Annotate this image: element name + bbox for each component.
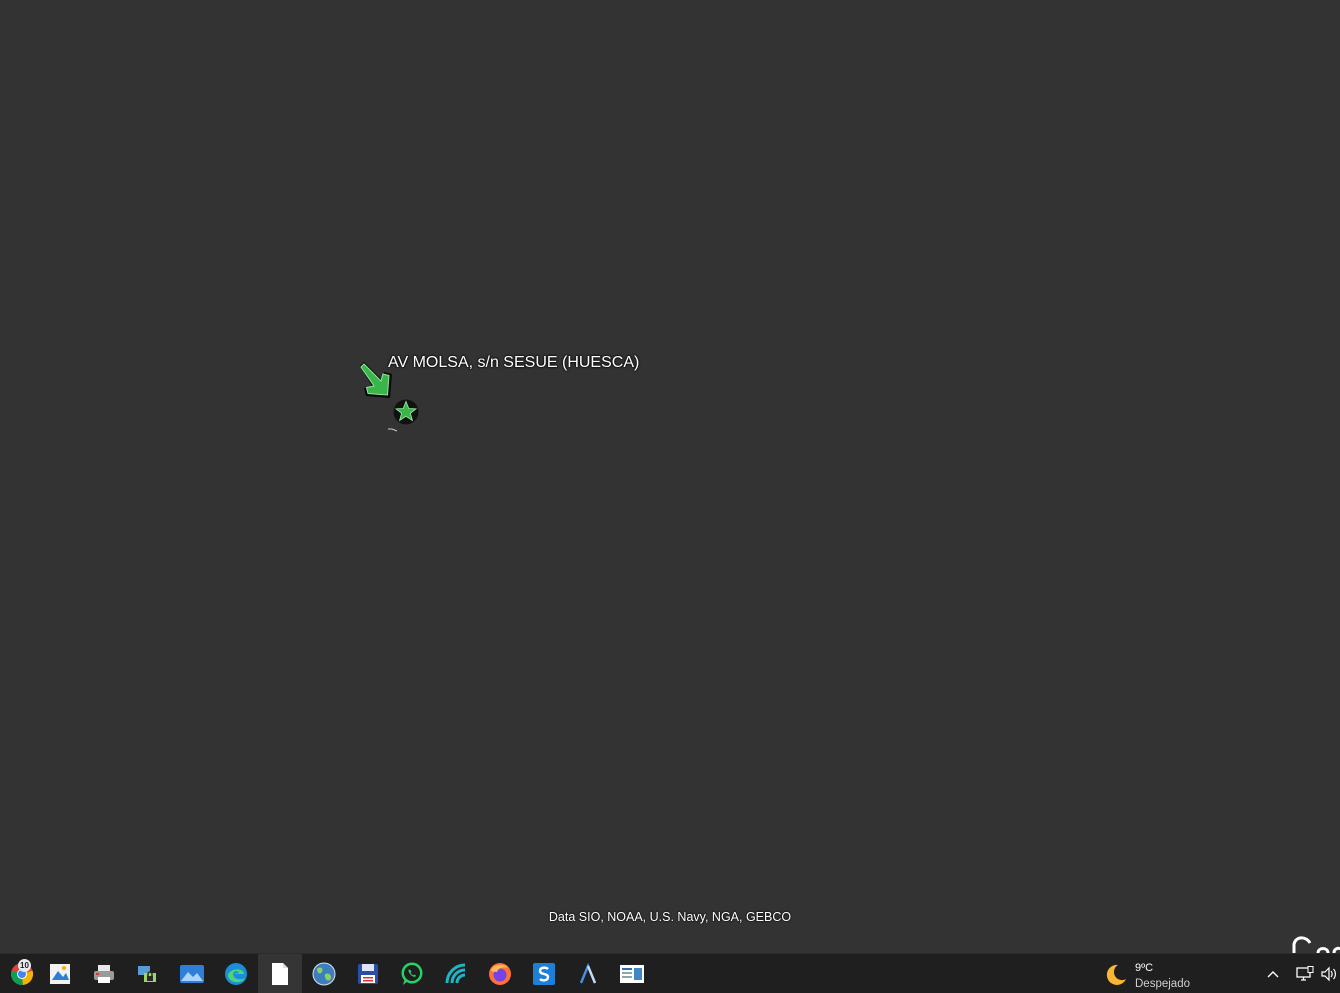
weather-temperature: 9ºC [1135,962,1154,974]
taskbar-edge[interactable] [214,954,258,993]
placemark[interactable]: AV MOLSA, s/n SESUE (HUESCA) [354,352,674,442]
taskbar-s-app[interactable] [522,954,566,993]
placemark-star-icon [393,399,419,425]
taskbar-image-viewer[interactable] [38,954,82,993]
weather-condition: Despejado [1135,978,1190,990]
taskbar-network-tool[interactable] [126,954,170,993]
notification-badge: 10 [18,959,31,972]
taskbar: 10 9ºC Despejado [0,953,1340,993]
map-viewport[interactable]: AV MOLSA, s/n SESUE (HUESCA) Data SIO, N… [0,0,1340,953]
network-status-button[interactable] [1294,954,1316,993]
volume-button[interactable] [1318,954,1340,993]
whatsapp-icon [401,962,423,985]
placemark-label[interactable]: AV MOLSA, s/n SESUE (HUESCA) [388,354,639,372]
taskbar-whatsapp[interactable] [390,954,434,993]
taskbar-streaming-app[interactable] [434,954,478,993]
image-viewer-icon [50,963,70,984]
s-app-icon [533,962,555,985]
firefox-icon [489,962,511,985]
signal-waves-icon [445,963,466,983]
taskbar-photos[interactable] [170,954,214,993]
globe-icon [312,962,336,985]
taskbar-a-app[interactable] [566,954,610,993]
weather-widget[interactable]: 9ºC Despejado [1102,954,1212,993]
chevron-up-icon [1267,970,1279,977]
taskbar-printer[interactable] [82,954,126,993]
edge-icon [225,962,247,985]
map-attribution: Data SIO, NOAA, U.S. Navy, NGA, GEBCO [548,910,792,924]
floppy-disk-icon [358,963,378,984]
photos-icon [180,964,204,983]
moon-icon [1106,964,1126,985]
document-icon [272,962,288,985]
printer-icon [94,964,114,983]
taskbar-google-earth[interactable] [302,954,346,993]
network-icon [1296,965,1314,981]
reader-icon [620,964,644,983]
speaker-icon [1321,966,1336,981]
taskbar-firefox[interactable] [478,954,522,993]
taskbar-save-app[interactable] [346,954,390,993]
google-logo-fragment [1292,934,1340,953]
taskbar-reader-app[interactable] [610,954,654,993]
show-hidden-icons-button[interactable] [1262,954,1284,993]
ground-tick-mark [388,428,398,432]
taskbar-document[interactable] [258,954,302,993]
a-app-icon [579,962,597,983]
network-lock-icon [138,965,156,982]
